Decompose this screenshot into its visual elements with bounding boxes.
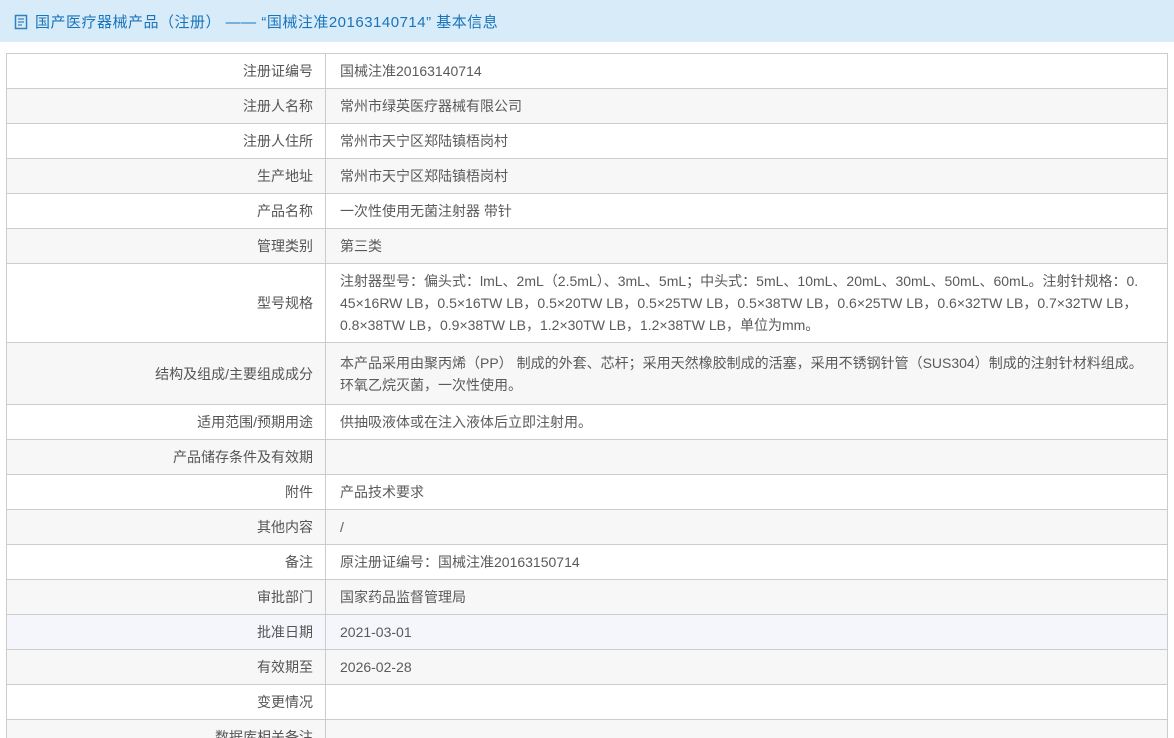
row-label: 产品储存条件及有效期: [6, 439, 326, 475]
row-value: 国家药品监督管理局: [325, 579, 1168, 615]
table-row[interactable]: 变更情况: [6, 684, 1168, 720]
row-value: 本产品采用由聚丙烯（PP） 制成的外套、芯杆；采用天然橡胶制成的活塞，采用不锈钢…: [325, 342, 1168, 405]
row-label: 批准日期: [6, 614, 326, 650]
row-label: 有效期至: [6, 649, 326, 685]
row-value: [325, 439, 1168, 475]
table-row[interactable]: 适用范围/预期用途 供抽吸液体或在注入液体后立即注射用。: [6, 404, 1168, 440]
table-row[interactable]: 有效期至 2026-02-28: [6, 649, 1168, 685]
row-label: 生产地址: [6, 158, 326, 194]
row-label: 产品名称: [6, 193, 326, 229]
table-row[interactable]: 产品名称 一次性使用无菌注射器 带针: [6, 193, 1168, 229]
row-label: 注册证编号: [6, 53, 326, 89]
row-label: 注册人住所: [6, 123, 326, 159]
row-label: 管理类别: [6, 228, 326, 264]
table-row[interactable]: 批准日期 2021-03-01: [6, 614, 1168, 650]
table-row[interactable]: 型号规格 注射器型号：偏头式：lmL、2mL（2.5mL）、3mL、5mL；中头式…: [6, 263, 1168, 343]
page-header: 国产医疗器械产品（注册） —— “国械注准20163140714” 基本信息: [0, 0, 1174, 42]
row-value: 常州市天宁区郑陆镇梧岗村: [325, 123, 1168, 159]
row-label: 附件: [6, 474, 326, 510]
row-value: 常州市绿英医疗器械有限公司: [325, 88, 1168, 124]
row-label: 备注: [6, 544, 326, 580]
row-value: [325, 719, 1168, 738]
row-value: 2026-02-28: [325, 649, 1168, 685]
row-value: 注射器型号：偏头式：lmL、2mL（2.5mL）、3mL、5mL；中头式：5mL…: [325, 263, 1168, 343]
table-row[interactable]: 注册证编号 国械注准20163140714: [6, 53, 1168, 89]
table-row[interactable]: 注册人住所 常州市天宁区郑陆镇梧岗村: [6, 123, 1168, 159]
row-value: 产品技术要求: [325, 474, 1168, 510]
row-label: 数据库相关备注: [6, 719, 326, 738]
row-value: /: [325, 509, 1168, 545]
page-title: 国产医疗器械产品（注册） —— “国械注准20163140714” 基本信息: [35, 13, 499, 31]
table-row[interactable]: 注册人名称 常州市绿英医疗器械有限公司: [6, 88, 1168, 124]
row-value: 2021-03-01: [325, 614, 1168, 650]
row-label: 型号规格: [6, 263, 326, 343]
row-value: 供抽吸液体或在注入液体后立即注射用。: [325, 404, 1168, 440]
table-row[interactable]: 生产地址 常州市天宁区郑陆镇梧岗村: [6, 158, 1168, 194]
row-label: 适用范围/预期用途: [6, 404, 326, 440]
registration-table-body: 注册证编号 国械注准20163140714 注册人名称 常州市绿英医疗器械有限公司 注册…: [6, 53, 1168, 738]
row-value: 常州市天宁区郑陆镇梧岗村: [325, 158, 1168, 194]
page: 国产医疗器械产品（注册） —— “国械注准20163140714” 基本信息 注…: [0, 0, 1174, 738]
table-row[interactable]: 结构及组成/主要组成成分 本产品采用由聚丙烯（PP） 制成的外套、芯杆；采用天然橡…: [6, 342, 1168, 405]
row-label: 其他内容: [6, 509, 326, 545]
registration-info-table: 注册证编号 国械注准20163140714 注册人名称 常州市绿英医疗器械有限公司 注册…: [6, 53, 1168, 738]
table-row[interactable]: 审批部门 国家药品监督管理局: [6, 579, 1168, 615]
table-row[interactable]: 备注 原注册证编号：国械注准20163150714: [6, 544, 1168, 580]
table-row[interactable]: 产品储存条件及有效期: [6, 439, 1168, 475]
row-label: 审批部门: [6, 579, 326, 615]
row-value: 一次性使用无菌注射器 带针: [325, 193, 1168, 229]
row-label: 结构及组成/主要组成成分: [6, 342, 326, 405]
row-label: 注册人名称: [6, 88, 326, 124]
row-value: 原注册证编号：国械注准20163150714: [325, 544, 1168, 580]
row-value: 国械注准20163140714: [325, 53, 1168, 89]
row-value: 第三类: [325, 228, 1168, 264]
row-value: [325, 684, 1168, 720]
table-row[interactable]: 管理类别 第三类: [6, 228, 1168, 264]
table-row[interactable]: 数据库相关备注: [6, 719, 1168, 738]
document-icon: [14, 14, 28, 30]
row-label: 变更情况: [6, 684, 326, 720]
table-row[interactable]: 附件 产品技术要求: [6, 474, 1168, 510]
table-row[interactable]: 其他内容 /: [6, 509, 1168, 545]
